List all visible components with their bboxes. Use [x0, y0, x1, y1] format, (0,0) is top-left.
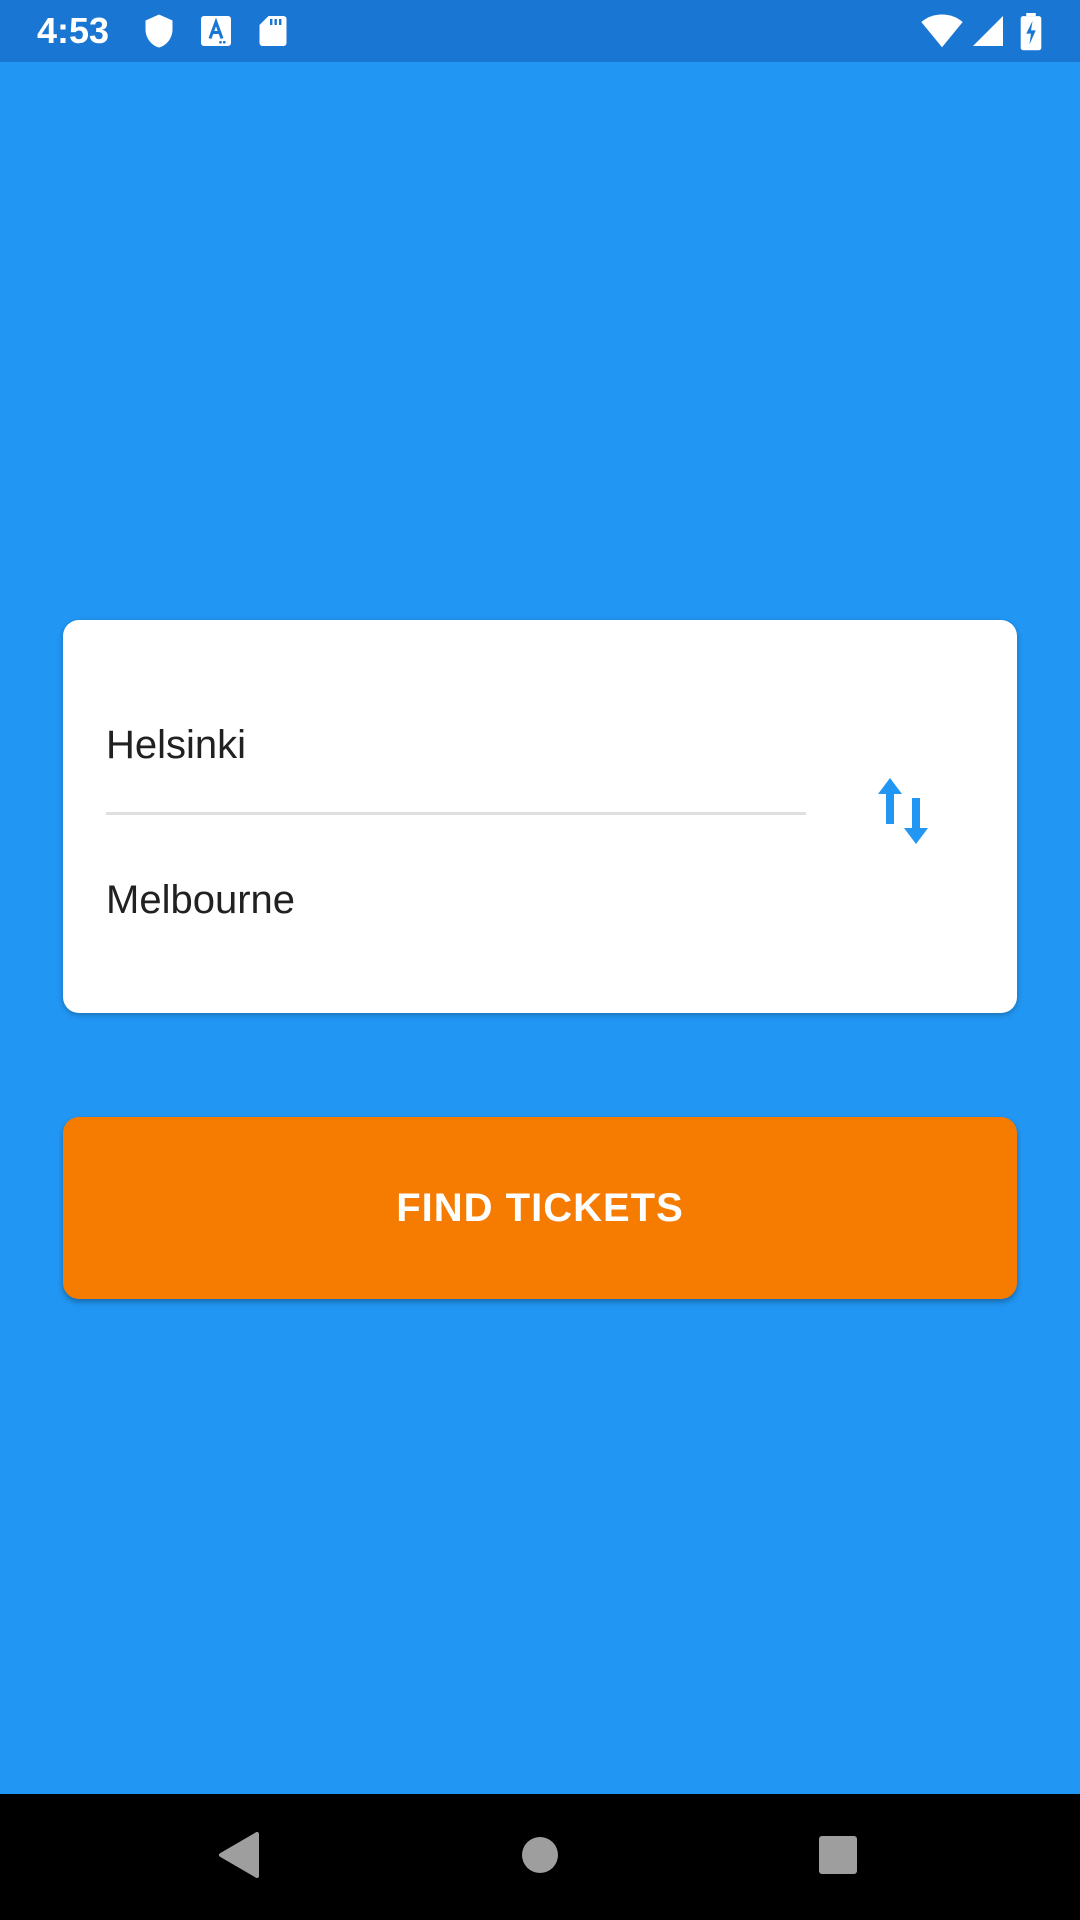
- shield-icon: [141, 13, 177, 49]
- find-tickets-button[interactable]: FIND TICKETS: [63, 1117, 1017, 1299]
- swap-vertical-arrows-icon: [876, 776, 930, 851]
- field-divider: [106, 812, 806, 815]
- battery-charging-icon: [1018, 13, 1044, 51]
- status-time: 4:53: [37, 10, 110, 51]
- from-field[interactable]: Helsinki: [106, 715, 806, 775]
- font-a-icon: [198, 13, 234, 49]
- sd-card-icon: [255, 13, 291, 49]
- navigation-bar: [0, 1794, 1080, 1920]
- app-screen: 4:53 Helsinki Melbourne FIND TICKETS: [0, 0, 1080, 1920]
- back-button[interactable]: [208, 1827, 268, 1887]
- recents-button[interactable]: [808, 1827, 868, 1887]
- signal-icon: [970, 13, 1006, 49]
- find-tickets-label: FIND TICKETS: [396, 1185, 684, 1230]
- home-icon: [520, 1835, 560, 1880]
- swap-button[interactable]: [858, 768, 948, 858]
- to-field[interactable]: Melbourne: [106, 870, 806, 930]
- status-bar: 4:53: [0, 0, 1080, 62]
- main-content: Helsinki Melbourne FIND TICKETS: [0, 62, 1080, 1794]
- home-button[interactable]: [510, 1827, 570, 1887]
- route-card: Helsinki Melbourne: [63, 620, 1017, 1013]
- back-icon: [215, 1830, 261, 1885]
- wifi-icon: [920, 13, 964, 49]
- recents-icon: [818, 1835, 858, 1880]
